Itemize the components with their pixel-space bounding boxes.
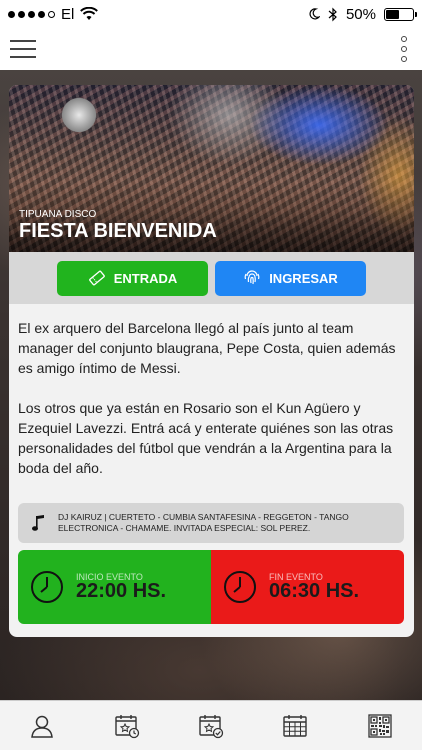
hamburger-menu-icon[interactable] (10, 40, 36, 58)
tab-confirmed-events[interactable] (196, 711, 226, 741)
description-paragraph: El ex arquero del Barcelona llegó al paí… (18, 320, 396, 376)
more-options-icon[interactable] (396, 36, 412, 62)
carrier-name: El (61, 5, 75, 23)
battery-icon (384, 7, 417, 21)
moon-icon (309, 8, 320, 20)
ticket-button[interactable]: Entrada (57, 260, 208, 296)
end-time-box: Fin evento 06:30 HS. (211, 550, 404, 624)
clock-icon (31, 571, 63, 603)
ticket-icon (88, 270, 105, 286)
qr-code-icon (368, 713, 392, 738)
bottom-tab-bar (0, 700, 422, 750)
event-title: Fiesta Bienvenida (19, 220, 217, 242)
music-lineup: DJ KAIRUZ | CUERTETO - CUMBIA SANTAFESIN… (18, 503, 404, 543)
calendar-grid-icon (283, 714, 308, 737)
end-time-value: 06:30 HS. (269, 579, 360, 602)
battery-percentage: 50% (345, 5, 376, 23)
calendar-check-icon (199, 714, 224, 738)
wifi-icon (80, 7, 99, 20)
event-hero-image: Tipuana Disco Fiesta Bienvenida (9, 85, 414, 252)
ticket-button-label: Entrada (113, 270, 178, 286)
login-button-label: Ingresar (269, 270, 338, 286)
tab-profile[interactable] (27, 711, 57, 741)
fingerprint-icon (244, 270, 260, 285)
bluetooth-icon (328, 7, 337, 21)
clock-icon (224, 571, 256, 603)
top-navigation-bar (0, 28, 422, 70)
profile-icon (31, 715, 54, 738)
venue-name: Tipuana Disco (19, 209, 97, 220)
event-card: Tipuana Disco Fiesta Bienvenida Entrada … (9, 85, 414, 637)
tab-qr-code[interactable] (365, 711, 395, 741)
event-description: El ex arquero del Barcelona llegó al paí… (9, 304, 414, 478)
description-paragraph: Los otros que ya están en Rosario son el… (18, 400, 394, 476)
status-bar: El 50% (0, 0, 422, 28)
action-bar: Entrada Ingresar (9, 252, 414, 304)
start-time-box: Inicio evento 22:00 HS. (18, 550, 211, 624)
battery-level (386, 9, 399, 19)
music-lineup-text: DJ KAIRUZ | CUERTETO - CUMBIA SANTAFESIN… (58, 512, 349, 533)
music-note-icon (32, 515, 44, 531)
tab-calendar[interactable] (280, 711, 310, 741)
tab-upcoming-events[interactable] (112, 711, 142, 741)
signal-strength (8, 10, 55, 18)
event-times: Inicio evento 22:00 HS. Fin evento 06:30… (18, 550, 404, 624)
start-time-value: 22:00 HS. (76, 579, 167, 602)
login-button[interactable]: Ingresar (215, 260, 366, 296)
calendar-clock-icon (114, 714, 139, 738)
